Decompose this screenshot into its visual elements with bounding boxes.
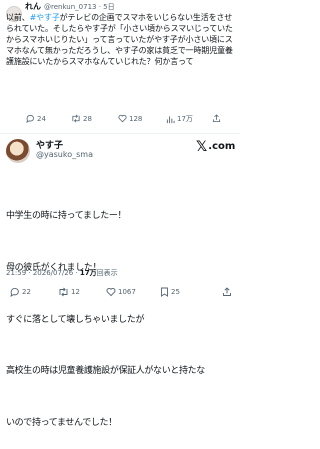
reply-count: 22	[22, 288, 31, 296]
like-count: 1067	[118, 288, 136, 296]
views-label: 回表示	[96, 269, 118, 277]
reply-icon	[10, 288, 19, 297]
like-button[interactable]: 128	[118, 114, 142, 123]
share-icon	[212, 114, 221, 123]
share-icon	[223, 287, 231, 296]
retweet-icon	[72, 114, 80, 123]
quoted-stats-row: 24 28 128 17万	[26, 114, 234, 126]
reply-icon	[26, 114, 34, 123]
retweet-count: 12	[71, 288, 80, 296]
quoted-header: れん @renkun_0713 · 5日	[25, 1, 115, 12]
quoted-display-name[interactable]: れん	[25, 1, 41, 12]
like-button[interactable]: 1067	[106, 287, 136, 297]
main-stats-row: 22 12 1067 25	[10, 287, 236, 299]
reply-button[interactable]: 22	[10, 287, 31, 297]
bookmark-button[interactable]: 25	[160, 287, 180, 297]
quoted-handle-time: @renkun_0713 · 5日	[44, 3, 115, 11]
views-button[interactable]: 17万	[166, 114, 193, 124]
main-body-line: すぐに落として壊しちゃいましたが	[6, 314, 145, 325]
heart-icon	[118, 114, 127, 123]
retweet-count: 28	[83, 114, 92, 123]
heart-icon	[106, 287, 116, 297]
tweet-timestamp[interactable]: 21:59 · 2026/07/26 ·	[6, 269, 80, 277]
share-button[interactable]	[212, 114, 221, 123]
bookmark-count: 25	[171, 288, 180, 296]
reply-count: 24	[37, 114, 46, 123]
retweet-icon	[59, 287, 68, 297]
hashtag-link[interactable]: #やす子	[30, 13, 60, 22]
main-body-line: いので持ってませんでした！	[6, 417, 117, 428]
quoted-body-prefix: 以前、	[6, 13, 30, 22]
main-body-line: 高校生の時は児童養護施設が保証人がないと持たな	[6, 366, 205, 377]
brand-suffix: .com	[208, 141, 236, 152]
tweet-divider	[0, 133, 240, 134]
brand-logo: 𝕏 .com	[196, 139, 235, 155]
main-handle[interactable]: @yasuko_sma	[36, 150, 93, 159]
views-count: 17万	[177, 115, 193, 123]
like-count: 128	[129, 114, 143, 123]
views-chart-icon	[166, 115, 175, 123]
tweet-meta: 21:59 · 2026/07/26 · 17万回表示	[6, 268, 118, 278]
quoted-body: 以前、#やす子がテレビの企画でスマホをいじらない生活をさせられていた。そしたらや…	[6, 13, 234, 68]
share-button[interactable]	[222, 287, 232, 297]
x-logo-icon: 𝕏	[196, 139, 208, 155]
reply-button[interactable]: 24	[26, 114, 46, 123]
main-avatar[interactable]	[6, 139, 30, 163]
main-body: 中学生の時に持ってましたー！ 母の彼氏がくれました！ すぐに落として壊しちゃいま…	[6, 174, 238, 449]
retweet-button[interactable]: 28	[71, 114, 92, 123]
retweet-button[interactable]: 12	[58, 287, 80, 297]
main-body-line: 中学生の時に持ってましたー！	[6, 211, 127, 222]
views-total: 17万	[79, 269, 97, 277]
bookmark-icon	[161, 287, 168, 297]
